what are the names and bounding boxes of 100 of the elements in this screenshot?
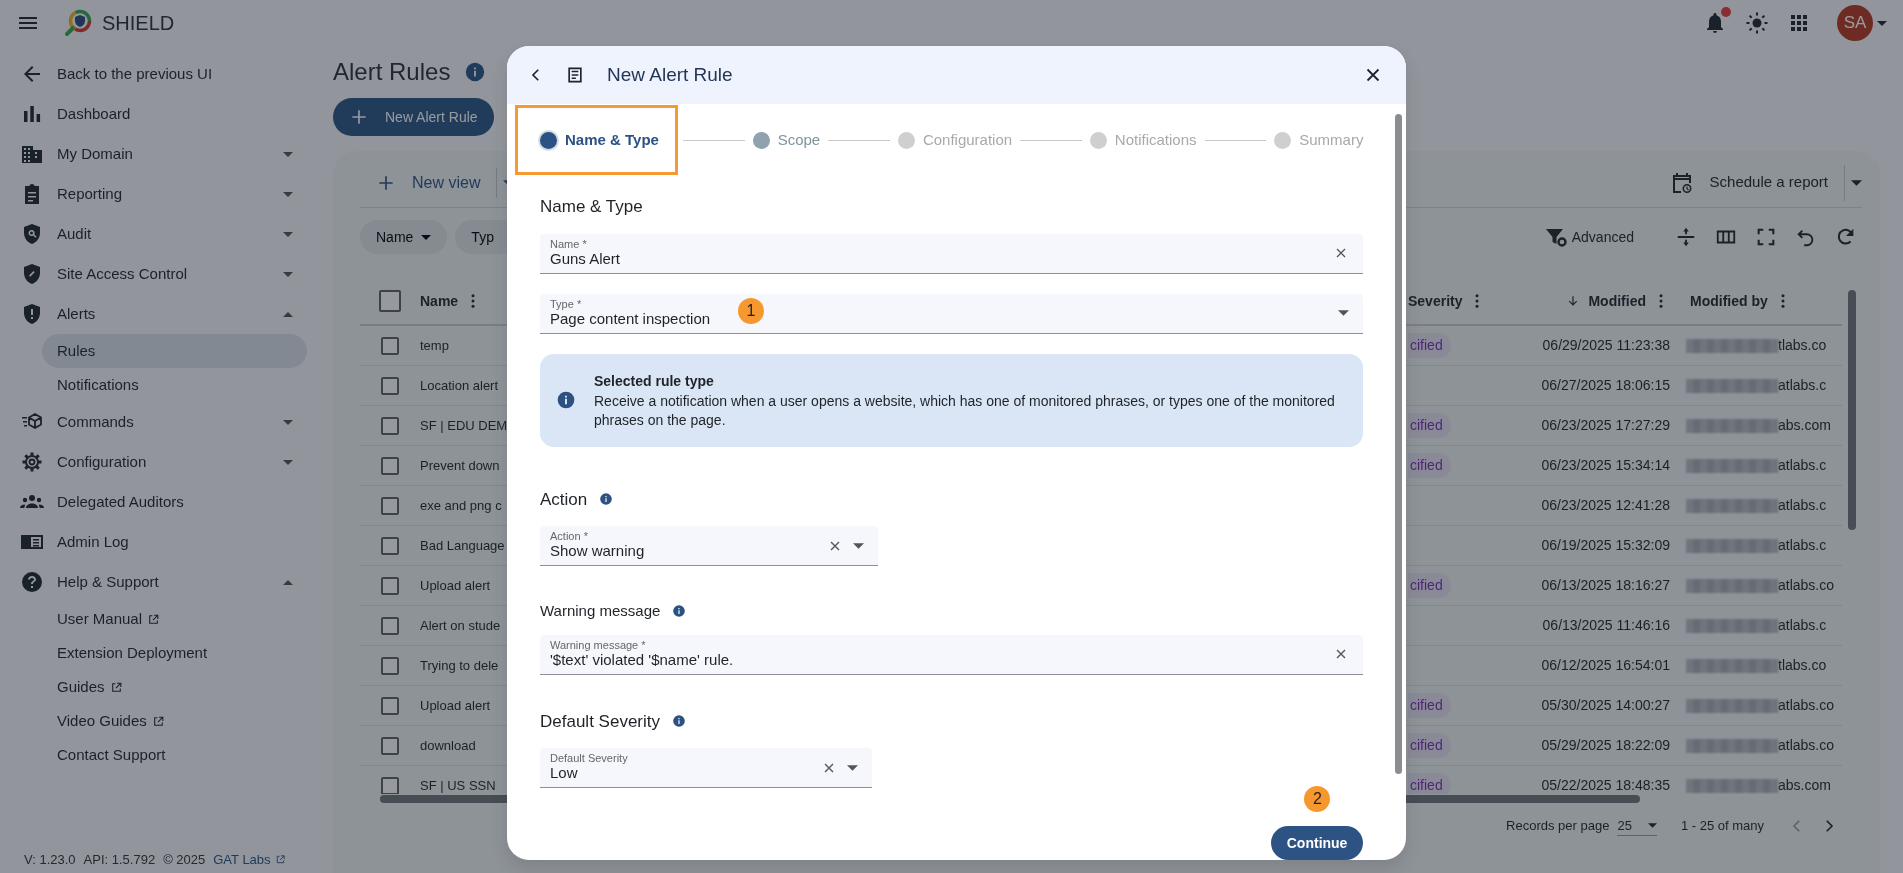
sidebar-item[interactable]: Back to the previous UI — [0, 54, 333, 94]
vertical-scrollbar[interactable] — [1848, 290, 1856, 530]
sidebar-item[interactable]: Audit — [0, 214, 333, 254]
dropdown-caret-icon[interactable] — [1851, 179, 1862, 186]
sidebar-subitem[interactable]: Notifications — [42, 368, 307, 402]
column-header[interactable]: Name — [420, 290, 459, 312]
per-page-select[interactable]: 25 — [1617, 815, 1657, 837]
api-version-text: API: 1.5.792 — [83, 850, 156, 869]
schedule-report-button[interactable]: Schedule a report — [1669, 170, 1828, 195]
table-cell-text: atlabs.c — [1778, 536, 1827, 555]
row-checkbox[interactable] — [381, 536, 399, 555]
table-cell-text: Upload alert — [420, 576, 491, 595]
table-cell-text: 06/13/2025 11:46:16 — [1542, 616, 1670, 635]
footer-link[interactable]: GAT Labs — [213, 849, 286, 869]
stepper-step[interactable]: Scope — [752, 128, 821, 152]
sidebar-subitem[interactable]: Extension Deployment — [42, 636, 307, 670]
table-cell-text: abs.com — [1778, 416, 1831, 435]
sidebar-item[interactable]: Commands — [0, 402, 333, 442]
sidebar-subitem[interactable]: Guides — [42, 670, 307, 704]
advanced-filter-button[interactable]: Advanced — [1543, 225, 1634, 249]
select-field[interactable]: Action * Show warning — [540, 526, 878, 566]
table-cell-text: tlabs.co — [1778, 656, 1827, 675]
help-icon — [20, 570, 44, 594]
table-cell-text: 05/22/2025 18:48:35 — [1541, 776, 1670, 794]
table-cell-text: Prevent down — [420, 456, 500, 475]
row-checkbox[interactable] — [381, 696, 399, 715]
expand-caret-icon — [283, 459, 293, 465]
column-header[interactable]: Modified — [1588, 290, 1646, 312]
sidebar-subitem[interactable]: Video Guides — [42, 704, 307, 738]
sidebar-subitem[interactable]: User Manual — [42, 602, 307, 636]
row-checkbox[interactable] — [381, 376, 399, 395]
sidebar-subitem[interactable]: Rules — [42, 334, 307, 368]
continue-button[interactable]: Continue — [1270, 826, 1364, 860]
sidebar-item[interactable]: My Domain — [0, 134, 333, 174]
input-field[interactable]: Name * Guns Alert — [540, 233, 1364, 274]
row-checkbox[interactable] — [381, 616, 399, 635]
step-marker: 1 — [738, 297, 764, 324]
dropdown-caret-icon[interactable] — [1338, 310, 1350, 316]
column-header[interactable]: Severity — [1408, 290, 1463, 312]
table-cell-text: atlabs.co — [1778, 736, 1835, 755]
input-field[interactable]: Warning message * '$text' violated '$name' rule. — [540, 634, 1364, 675]
table-cell-text: 06/23/2025 17:27:29 — [1541, 416, 1670, 435]
expand-caret-icon — [283, 191, 293, 197]
records-per-page-label: Records per page — [1506, 817, 1610, 836]
sidebar-item[interactable]: Admin Log — [0, 522, 333, 562]
sidebar-item[interactable]: Reporting — [0, 174, 333, 214]
table-cell-text: atlabs.c — [1778, 456, 1827, 475]
stepper-step[interactable]: Name & Type — [518, 108, 675, 172]
sidebar-item[interactable]: Delegated Auditors — [0, 482, 333, 522]
table-cell-text: Alert on stude — [420, 616, 501, 635]
table-cell-text: SF | US SSN — [420, 776, 496, 794]
table-cell-text: 06/29/2025 11:23:38 — [1542, 336, 1670, 355]
select-field[interactable]: Default Severity Low — [540, 748, 872, 788]
info-icon[interactable] — [464, 61, 487, 83]
sidebar-item[interactable]: Site Access Control — [0, 254, 333, 294]
filter-chip[interactable]: Name — [360, 220, 448, 254]
user-avatar[interactable]: SA — [1837, 5, 1873, 41]
row-checkbox[interactable] — [381, 416, 399, 435]
table-cell-text: Bad Language — [420, 536, 505, 555]
column-header[interactable]: Modified by — [1690, 290, 1768, 312]
fullscreen-icon[interactable] — [1755, 226, 1777, 248]
info-text: Receive a notification when a user opens a website, which has one of monitored phrases, or types one of the monitored phrases on the page. — [594, 391, 1336, 430]
table-cell-text: tlabs.co — [1778, 336, 1827, 355]
vertical-scrollbar[interactable] — [1394, 114, 1402, 774]
row-checkbox[interactable] — [381, 776, 399, 794]
sidebar-item[interactable]: Help & Support — [0, 562, 333, 602]
row-checkbox[interactable] — [381, 736, 399, 755]
row-checkbox[interactable] — [381, 456, 399, 475]
info-icon[interactable] — [599, 492, 614, 507]
severity-tag: cified — [1408, 773, 1451, 794]
sun-icon[interactable] — [1745, 11, 1769, 35]
row-checkbox[interactable] — [381, 576, 399, 595]
dialog-title: New Alert Rule — [607, 62, 733, 87]
density-icon[interactable] — [1675, 226, 1697, 248]
select-field[interactable]: Type * Page content inspection 1 — [540, 293, 1364, 334]
dropdown-caret-icon[interactable] — [847, 764, 858, 771]
copyright-text: © 2025 — [163, 850, 206, 869]
info-icon[interactable] — [672, 714, 686, 729]
table-cell-text: abs.com — [1778, 776, 1831, 794]
row-checkbox[interactable] — [381, 496, 399, 515]
table-cell-text: atlabs.co — [1778, 576, 1835, 595]
new-view-button[interactable]: New view — [376, 170, 481, 195]
table-cell-text: temp — [420, 336, 449, 355]
section-heading: Default Severity — [540, 710, 660, 733]
select-all-checkbox[interactable] — [379, 290, 401, 312]
row-checkbox[interactable] — [381, 336, 399, 355]
new-alert-rule-button[interactable]: New Alert Rule — [333, 98, 494, 136]
info-icon[interactable] — [672, 604, 687, 619]
caret-icon[interactable] — [1877, 20, 1887, 26]
table-cell-text: Trying to dele — [420, 656, 499, 675]
sidebar-subitem[interactable]: Contact Support — [42, 738, 307, 772]
row-checkbox[interactable] — [381, 656, 399, 675]
dropdown-caret-icon[interactable] — [853, 542, 864, 549]
page-range-text: 1 - 25 of many — [1680, 817, 1764, 836]
sidebar-item[interactable]: Alerts — [0, 294, 333, 334]
gear-icon — [20, 450, 44, 474]
section-heading: Action — [540, 488, 588, 511]
sidebar-item[interactable]: Configuration — [0, 442, 333, 482]
external-link-icon — [147, 612, 161, 626]
sidebar-item[interactable]: Dashboard — [0, 94, 333, 134]
